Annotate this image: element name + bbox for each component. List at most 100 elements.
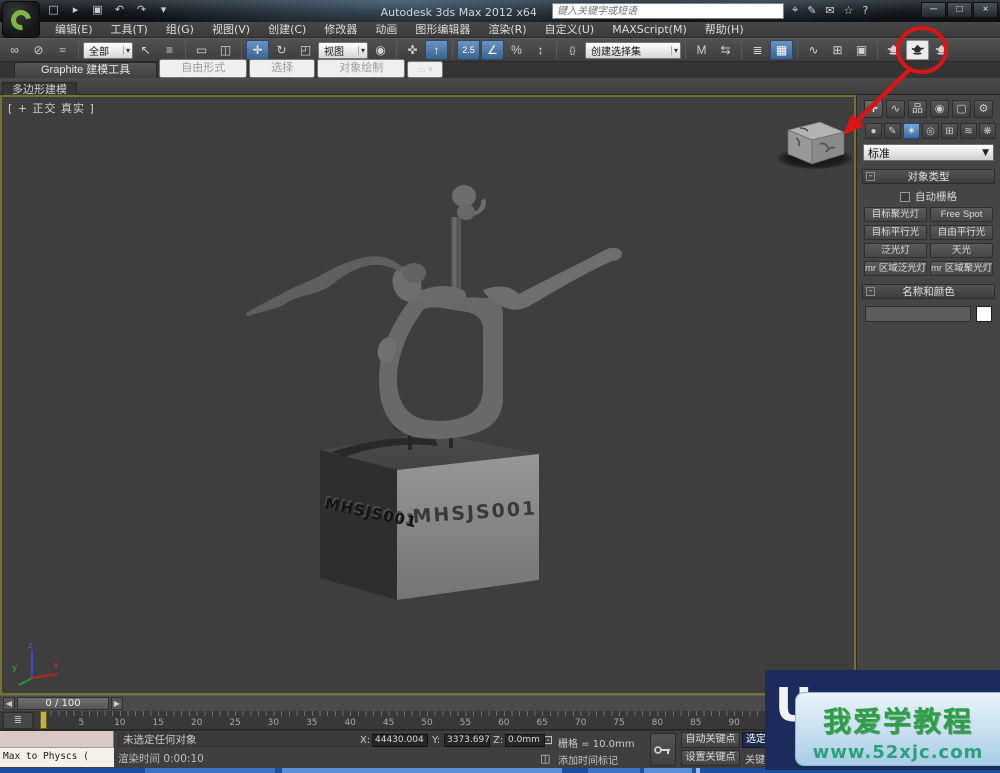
menu-item-4[interactable]: 创建(C)	[259, 22, 315, 37]
menu-item-8[interactable]: 渲染(R)	[479, 22, 535, 37]
close-button[interactable]: ×	[973, 2, 998, 18]
ribbon-tab-2[interactable]: 选择	[249, 59, 315, 78]
y-coordinate-field[interactable]: 3373.697m	[444, 734, 490, 747]
selection-filter-dropdown[interactable]: 全部▾	[83, 42, 133, 59]
menu-item-2[interactable]: 组(G)	[157, 22, 203, 37]
keyboard-shortcut-override-button[interactable]: ↑	[425, 40, 448, 60]
ribbon-tab-3[interactable]: 对象绘制	[317, 59, 405, 78]
maxscript-listener[interactable]: Max to Physcs (	[0, 748, 114, 767]
graphite-ribbon-toggle-button[interactable]: ▦	[770, 40, 793, 60]
quick-access-icon-0[interactable]: □	[46, 3, 61, 16]
add-time-tag-label[interactable]: 添加时间标记	[558, 752, 618, 767]
panel-tab-motion[interactable]: ◉	[930, 100, 949, 118]
light-type-button-7[interactable]: mr 区域聚光灯	[930, 261, 993, 276]
snap-toggle-2-5d-button[interactable]: 2.5	[457, 40, 480, 60]
maximize-button[interactable]: □	[947, 2, 972, 18]
quick-access-icon-1[interactable]: ▸	[68, 3, 83, 16]
subcategory-systems-icon[interactable]: ❋	[979, 123, 996, 139]
select-and-move-button[interactable]: ✛	[246, 40, 269, 60]
rectangular-selection-region-button[interactable]: ▭	[190, 40, 213, 60]
menu-item-3[interactable]: 视图(V)	[203, 22, 259, 37]
quick-access-icon-2[interactable]: ▣	[90, 3, 105, 16]
time-tag-icon[interactable]: ◫	[540, 752, 550, 765]
maxscript-macro-pane[interactable]	[0, 731, 114, 748]
panel-tab-utilities[interactable]: ⚙	[974, 100, 993, 118]
align-button[interactable]: ⇆	[714, 40, 737, 60]
viewport[interactable]: [ + 正交 真实 ] MHSJS001 MHSJS001 MHSJS001	[0, 95, 856, 695]
menu-item-10[interactable]: MAXScript(M)	[603, 22, 696, 37]
light-type-button-3[interactable]: 自由平行光	[930, 225, 993, 240]
subcategory-lights-icon[interactable]: ☀	[903, 123, 920, 139]
spinner-snap-toggle-button[interactable]: ↕	[529, 40, 552, 60]
quick-access-icon-5[interactable]: ▾	[156, 3, 171, 16]
window-crossing-toggle-button[interactable]: ◫	[214, 40, 237, 60]
subcategory-geometry-icon[interactable]: ●	[865, 123, 882, 139]
reference-coordinate-system-dropdown[interactable]: 视图▾	[318, 42, 368, 59]
menu-item-5[interactable]: 修改器	[315, 22, 366, 37]
edit-named-selection-sets-button[interactable]: {}	[561, 40, 584, 60]
select-and-manipulate-button[interactable]: ✜	[401, 40, 424, 60]
search-icon[interactable]: ⌖	[792, 3, 798, 17]
set-key-button[interactable]: 设置关键点	[681, 750, 740, 766]
mirror-button[interactable]: M	[690, 40, 713, 60]
set-keys-button[interactable]	[650, 733, 676, 766]
light-type-button-2[interactable]: 目标平行光	[864, 225, 927, 240]
use-pivot-point-center-button[interactable]: ◉	[369, 40, 392, 60]
subcategory-space-warps-icon[interactable]: ≋	[960, 123, 977, 139]
mini-curve-editor-icon[interactable]: ≣	[3, 712, 33, 729]
panel-tab-modify[interactable]: ∿	[886, 100, 905, 118]
menu-item-9[interactable]: 自定义(U)	[536, 22, 604, 37]
help-icon[interactable]: ?	[863, 4, 869, 17]
panel-tab-hierarchy[interactable]: 品	[908, 100, 927, 118]
named-selection-sets-dropdown[interactable]: 创建选择集▾	[585, 42, 681, 59]
light-type-button-4[interactable]: 泛光灯	[864, 243, 927, 258]
object-type-rollout-header[interactable]: - 对象类型	[862, 169, 995, 184]
angle-snap-toggle-button[interactable]: ∠	[481, 40, 504, 60]
select-and-rotate-button[interactable]: ↻	[270, 40, 293, 60]
taskbar-window-2[interactable]	[588, 768, 640, 773]
panel-tab-display[interactable]: ▢	[952, 100, 971, 118]
rendered-frame-window-button[interactable]: ▣	[850, 40, 873, 60]
taskbar-window-4[interactable]	[696, 768, 700, 773]
layer-manager-button[interactable]: ≣	[746, 40, 769, 60]
select-by-name-button[interactable]: ≡	[158, 40, 181, 60]
previous-frame-button[interactable]: ◀	[3, 697, 15, 710]
ribbon-overflow-icon[interactable]: ▭ ▾	[407, 61, 443, 78]
light-type-button-5[interactable]: 天光	[930, 243, 993, 258]
render-production-button[interactable]	[906, 40, 929, 60]
render-iterative-button[interactable]	[930, 40, 953, 60]
taskbar-window-1[interactable]	[282, 768, 562, 773]
bind-to-space-warp-button[interactable]: ≈	[51, 40, 74, 60]
light-type-button-1[interactable]: Free Spot	[930, 207, 993, 222]
name-color-rollout-header[interactable]: - 名称和颜色	[862, 284, 995, 299]
subcategory-shapes-icon[interactable]: ✎	[884, 123, 901, 139]
light-category-dropdown[interactable]: 标准 ▼	[863, 144, 994, 161]
subcategory-cameras-icon[interactable]: ◎	[922, 123, 939, 139]
minimize-button[interactable]: ─	[921, 2, 946, 18]
taskbar-window-0[interactable]	[145, 768, 275, 773]
viewport-label[interactable]: [ + 正交 真实 ]	[8, 100, 95, 116]
favorites-star-icon[interactable]: ☆	[844, 4, 854, 17]
select-and-scale-button[interactable]: ◰	[294, 40, 317, 60]
object-color-swatch[interactable]	[976, 306, 992, 322]
unlink-selection-button[interactable]: ⊘	[27, 40, 50, 60]
select-object-button[interactable]: ↖	[134, 40, 157, 60]
percent-snap-toggle-button[interactable]: %	[505, 40, 528, 60]
menu-item-1[interactable]: 工具(T)	[102, 22, 157, 37]
x-coordinate-field[interactable]: 44430.004	[372, 734, 428, 747]
wrench-icon[interactable]: ✎	[807, 4, 816, 17]
z-coordinate-field[interactable]: 0.0mm	[505, 734, 545, 747]
curve-editor-button[interactable]: ∿	[802, 40, 825, 60]
object-name-field[interactable]	[865, 306, 971, 322]
communication-icon[interactable]: ✉	[825, 4, 834, 17]
quick-access-icon-3[interactable]: ↶	[112, 3, 127, 16]
menu-item-6[interactable]: 动画	[366, 22, 406, 37]
ribbon-tab-1[interactable]: 自由形式	[159, 59, 247, 78]
menu-item-7[interactable]: 图形编辑器	[406, 22, 479, 37]
search-input[interactable]	[552, 3, 784, 19]
schematic-view-button[interactable]: ⊞	[826, 40, 849, 60]
taskbar-window-3[interactable]	[644, 768, 692, 773]
light-type-button-6[interactable]: mr 区域泛光灯	[864, 261, 927, 276]
autogrid-checkbox[interactable]	[900, 192, 910, 202]
menu-item-11[interactable]: 帮助(H)	[696, 22, 753, 37]
